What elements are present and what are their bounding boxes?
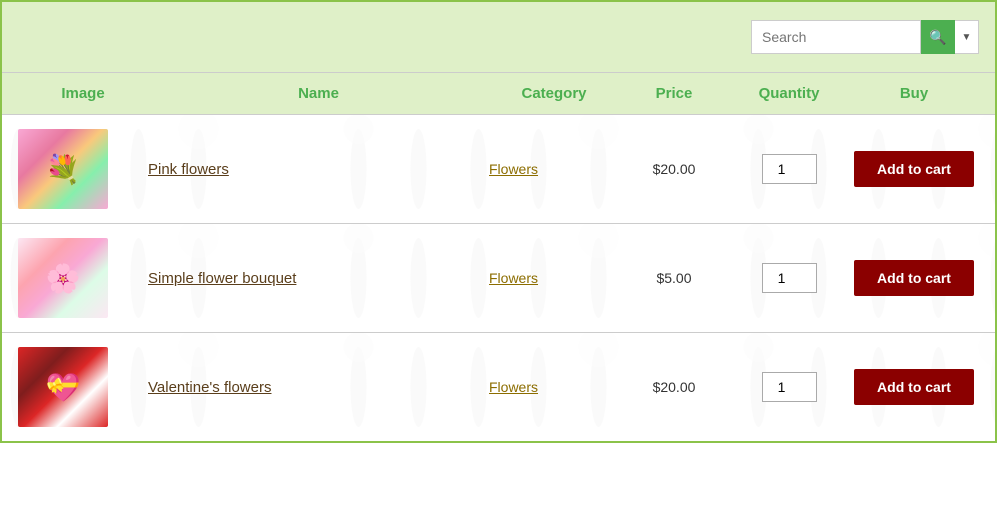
product-name-cell: Pink flowers bbox=[148, 161, 489, 178]
add-to-cart-button[interactable]: Add to cart bbox=[854, 151, 974, 187]
product-buy-cell: Add to cart bbox=[849, 151, 979, 187]
search-button[interactable]: 🔍 bbox=[921, 20, 955, 54]
product-name-link[interactable]: Valentine's flowers bbox=[148, 379, 271, 396]
col-header-name: Name bbox=[148, 85, 489, 102]
col-header-price: Price bbox=[619, 85, 729, 102]
product-thumbnail: 🌸 bbox=[18, 238, 108, 318]
product-name-cell: Valentine's flowers bbox=[148, 379, 489, 396]
quantity-input[interactable] bbox=[762, 154, 817, 184]
product-thumbnail: 💐 bbox=[18, 129, 108, 209]
product-name-link[interactable]: Simple flower bouquet bbox=[148, 270, 296, 287]
product-quantity-cell bbox=[729, 154, 849, 184]
product-quantity-cell bbox=[729, 372, 849, 402]
quantity-input[interactable] bbox=[762, 372, 817, 402]
product-quantity-cell bbox=[729, 263, 849, 293]
table-row: 💝 Valentine's flowers Flowers $20.00 Add… bbox=[2, 332, 995, 441]
search-wrapper: 🔍 ▼ bbox=[751, 20, 979, 54]
product-category-cell: Flowers bbox=[489, 161, 619, 177]
product-price: $5.00 bbox=[619, 270, 729, 286]
col-header-buy: Buy bbox=[849, 85, 979, 102]
chevron-down-icon: ▼ bbox=[962, 32, 972, 43]
product-image-cell: 🌸 bbox=[18, 238, 148, 318]
product-buy-cell: Add to cart bbox=[849, 260, 979, 296]
header: 🔍 ▼ bbox=[2, 2, 995, 72]
product-category-link[interactable]: Flowers bbox=[489, 270, 538, 286]
add-to-cart-button[interactable]: Add to cart bbox=[854, 369, 974, 405]
product-list: 💐 Pink flowers Flowers $20.00 Add to car… bbox=[2, 114, 995, 441]
product-name-link[interactable]: Pink flowers bbox=[148, 161, 229, 178]
col-header-image: Image bbox=[18, 85, 148, 102]
product-name-cell: Simple flower bouquet bbox=[148, 270, 489, 287]
product-image-cell: 💝 bbox=[18, 347, 148, 427]
table-row: 🌸 Simple flower bouquet Flowers $5.00 Ad… bbox=[2, 223, 995, 332]
product-thumbnail: 💝 bbox=[18, 347, 108, 427]
product-buy-cell: Add to cart bbox=[849, 369, 979, 405]
search-icon: 🔍 bbox=[929, 29, 946, 46]
product-category-cell: Flowers bbox=[489, 270, 619, 286]
quantity-input[interactable] bbox=[762, 263, 817, 293]
search-dropdown-button[interactable]: ▼ bbox=[955, 20, 979, 54]
product-category-link[interactable]: Flowers bbox=[489, 161, 538, 177]
search-input[interactable] bbox=[751, 20, 921, 54]
product-image-cell: 💐 bbox=[18, 129, 148, 209]
col-header-quantity: Quantity bbox=[729, 85, 849, 102]
column-headers: Image Name Category Price Quantity Buy bbox=[2, 72, 995, 114]
add-to-cart-button[interactable]: Add to cart bbox=[854, 260, 974, 296]
product-price: $20.00 bbox=[619, 161, 729, 177]
col-header-category: Category bbox=[489, 85, 619, 102]
table-row: 💐 Pink flowers Flowers $20.00 Add to car… bbox=[2, 114, 995, 223]
product-category-link[interactable]: Flowers bbox=[489, 379, 538, 395]
product-category-cell: Flowers bbox=[489, 379, 619, 395]
product-price: $20.00 bbox=[619, 379, 729, 395]
